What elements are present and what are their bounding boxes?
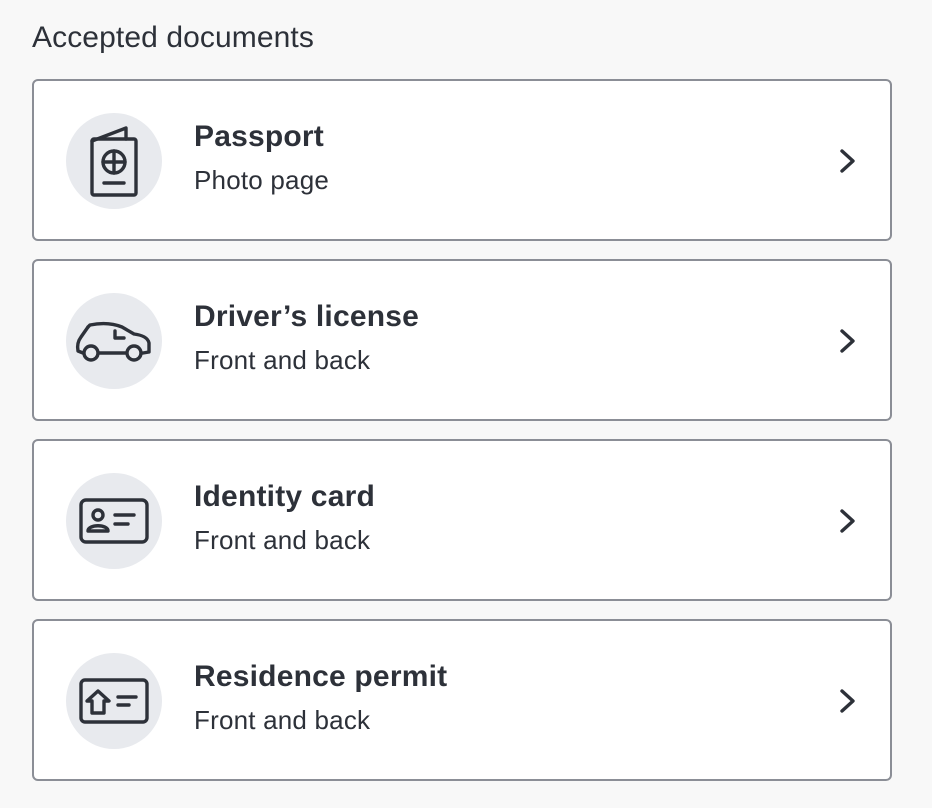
id-card-icon [79,498,149,544]
document-option-passport[interactable]: Passport Photo page [32,79,892,241]
document-title: Identity card [194,480,375,513]
document-option-residence-permit[interactable]: Residence permit Front and back [32,619,892,781]
document-text: Identity card Front and back [194,479,375,557]
document-option-identity-card[interactable]: Identity card Front and back [32,439,892,601]
section-title: Accepted documents [32,21,314,54]
document-title: Residence permit [194,660,448,693]
passport-icon [90,126,138,197]
document-text: Driver’s license Front and back [194,299,419,377]
chevron-right-icon [840,329,855,353]
document-title: Driver’s license [194,300,420,333]
document-title: Passport [194,120,324,153]
chevron-right-icon [840,149,855,173]
document-text: Residence permit Front and back [194,659,447,737]
document-subtitle: Front and back [194,705,371,735]
chevron-right-icon [840,509,855,533]
document-subtitle: Photo page [194,165,330,195]
id-card-icon-badge [66,473,162,569]
chevron-right-icon [840,689,855,713]
residence-permit-icon-badge [66,653,162,749]
document-subtitle: Front and back [194,525,371,555]
document-option-drivers-license[interactable]: Driver’s license Front and back [32,259,892,421]
document-list: Passport Photo page Driver’s license Fro… [32,79,892,799]
document-selection-page: Accepted documents Passport Photo page D… [0,0,932,808]
car-icon-badge [66,293,162,389]
document-text: Passport Photo page [194,119,329,197]
car-icon [75,321,151,362]
residence-permit-icon [79,678,149,724]
document-subtitle: Front and back [194,345,371,375]
passport-icon-badge [66,113,162,209]
